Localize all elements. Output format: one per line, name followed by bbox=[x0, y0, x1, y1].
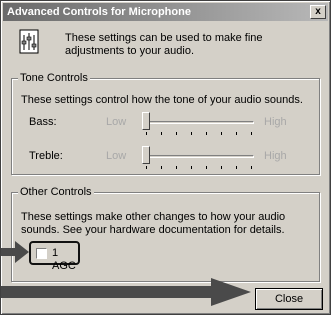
treble-slider-thumb[interactable] bbox=[142, 146, 150, 164]
settings-sheet-icon bbox=[19, 29, 39, 54]
bass-ticks bbox=[146, 132, 252, 136]
agc-label[interactable]: 1 AGC bbox=[52, 247, 78, 273]
tone-controls-group: Tone Controls These settings control how… bbox=[11, 72, 320, 175]
bass-label: Bass: bbox=[29, 116, 57, 128]
title-bar: Advanced Controls for Microphone x bbox=[3, 3, 328, 21]
treble-slider-track[interactable] bbox=[144, 155, 254, 158]
bass-high-label: High bbox=[264, 116, 287, 128]
other-controls-legend: Other Controls bbox=[18, 186, 94, 199]
intro-text: These settings can be used to make fine … bbox=[65, 32, 263, 57]
tone-controls-legend: Tone Controls bbox=[18, 72, 90, 85]
title-close-button[interactable]: x bbox=[310, 5, 326, 19]
close-button[interactable]: Close bbox=[255, 288, 323, 310]
arrow-to-close bbox=[1, 278, 251, 306]
bass-low-label: Low bbox=[106, 116, 127, 128]
other-controls-description: These settings make other changes to how… bbox=[21, 211, 286, 236]
arrow-to-agc bbox=[1, 241, 29, 263]
agc-checkbox[interactable] bbox=[36, 248, 47, 259]
treble-ticks bbox=[146, 166, 252, 170]
bass-slider-track[interactable] bbox=[144, 121, 254, 124]
tone-controls-description: These settings control how the tone of y… bbox=[21, 94, 303, 106]
window-title: Advanced Controls for Microphone bbox=[7, 6, 191, 18]
treble-label: Treble: bbox=[29, 150, 63, 162]
treble-high-label: High bbox=[264, 150, 287, 162]
agc-highlight-box: 1 AGC bbox=[29, 241, 80, 272]
treble-low-label: Low bbox=[106, 150, 127, 162]
advanced-controls-dialog: Advanced Controls for Microphone x These… bbox=[0, 0, 331, 315]
bass-slider-thumb[interactable] bbox=[142, 112, 150, 130]
